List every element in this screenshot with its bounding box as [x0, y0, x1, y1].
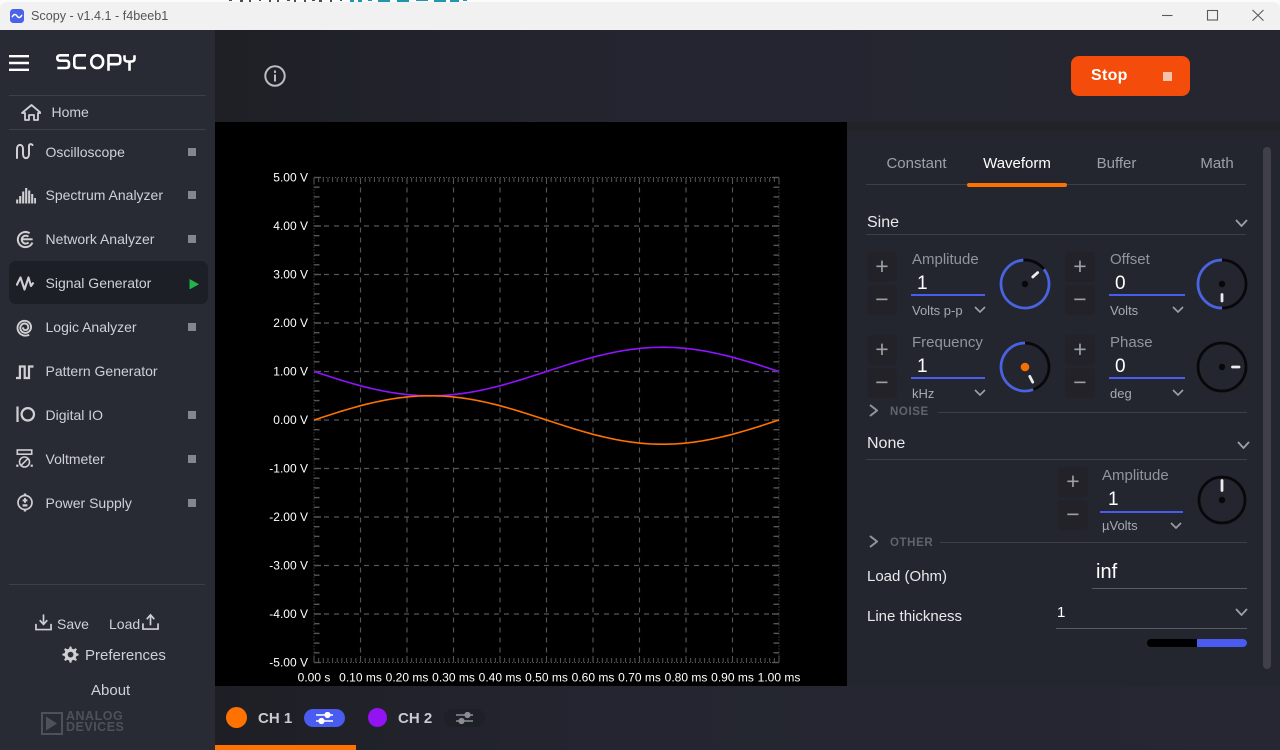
svg-text:1.00 V: 1.00 V [273, 365, 308, 379]
svg-text:-4.00 V: -4.00 V [269, 607, 308, 621]
svg-text:5.00 V: 5.00 V [273, 171, 308, 185]
svg-text:0.10 ms: 0.10 ms [339, 671, 382, 685]
svg-text:0.00 V: 0.00 V [273, 413, 308, 427]
svg-text:0.60 ms: 0.60 ms [572, 671, 615, 685]
svg-text:-2.00 V: -2.00 V [269, 510, 308, 524]
svg-text:-1.00 V: -1.00 V [269, 462, 308, 476]
svg-text:0.80 ms: 0.80 ms [665, 671, 708, 685]
svg-text:-5.00 V: -5.00 V [269, 656, 308, 670]
svg-text:2.00 V: 2.00 V [273, 316, 308, 330]
svg-text:-3.00 V: -3.00 V [269, 559, 308, 573]
svg-text:0.50 ms: 0.50 ms [525, 671, 568, 685]
svg-text:3.00 V: 3.00 V [273, 268, 308, 282]
svg-text:1.00 ms: 1.00 ms [758, 671, 801, 685]
svg-text:0.30 ms: 0.30 ms [432, 671, 475, 685]
svg-text:0.00 s: 0.00 s [298, 671, 331, 685]
svg-text:0.70 ms: 0.70 ms [618, 671, 661, 685]
svg-text:0.90 ms: 0.90 ms [711, 671, 754, 685]
svg-text:0.20 ms: 0.20 ms [386, 671, 429, 685]
svg-text:4.00 V: 4.00 V [273, 219, 308, 233]
svg-text:0.40 ms: 0.40 ms [479, 671, 522, 685]
